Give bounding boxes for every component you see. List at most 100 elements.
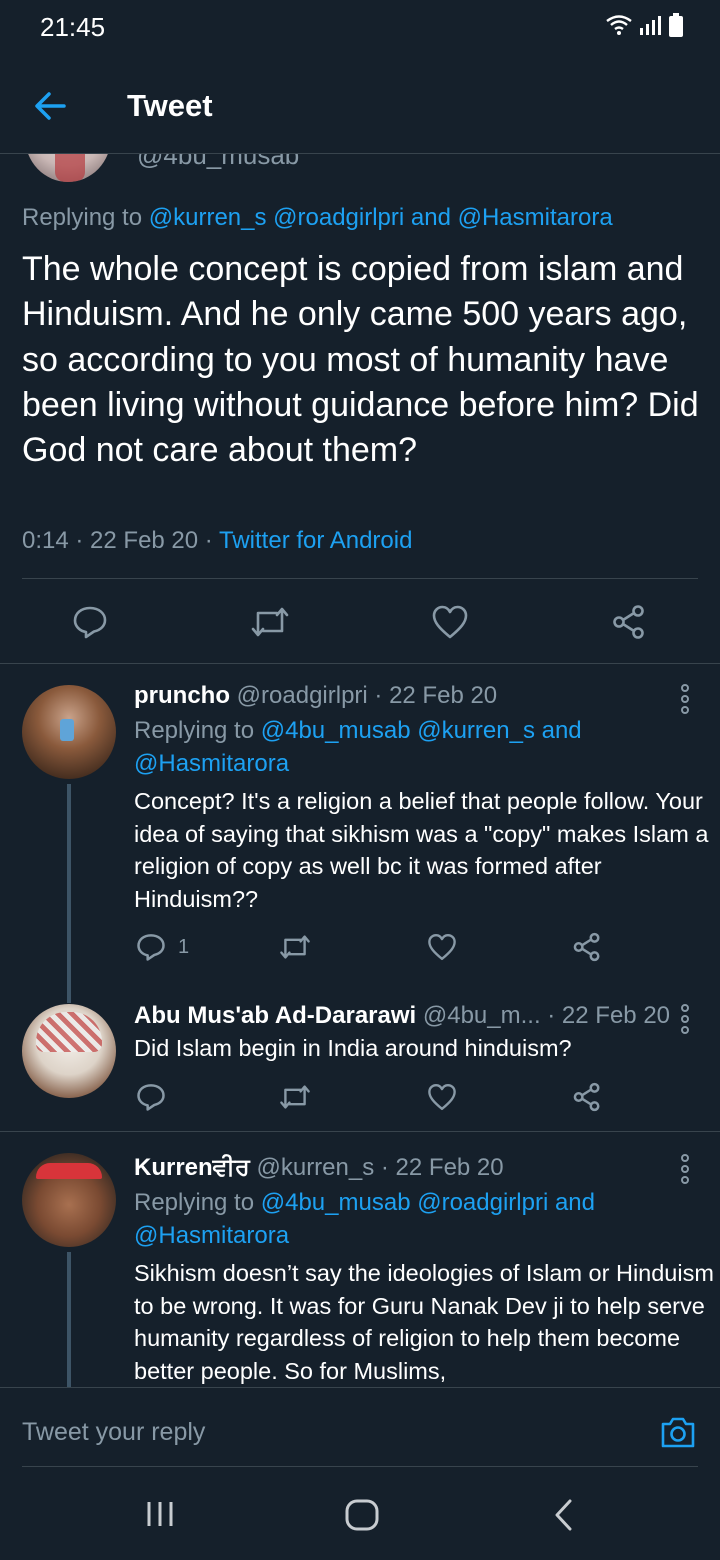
wifi-icon — [606, 15, 632, 35]
camera-button[interactable] — [660, 1414, 696, 1450]
status-bar: 21:45 — [0, 0, 720, 56]
share-button[interactable] — [572, 932, 602, 962]
author-handle-date: @kurren_s · 22 Feb 20 — [249, 1154, 504, 1181]
reply-header: Abu Mus'ab Ad-Dararawi @4bu_m... · 22 Fe… — [134, 1002, 670, 1030]
reply-header: Kurrenਵੀਰ @kurren_s · 22 Feb 20 — [134, 1154, 504, 1182]
share-button[interactable] — [572, 1082, 602, 1112]
thread-line — [67, 1252, 71, 1387]
camera-icon — [661, 1417, 695, 1448]
header: Tweet — [0, 56, 720, 154]
more-button[interactable] — [678, 684, 692, 714]
replying-prefix: Replying to — [22, 204, 149, 231]
like-icon — [432, 605, 468, 639]
page-title: Tweet — [127, 88, 213, 123]
replying-prefix: Replying to — [134, 1189, 261, 1216]
reply-icon — [73, 606, 107, 639]
home-button[interactable] — [344, 1498, 380, 1537]
tweet-text: Did Islam begin in India around hinduism… — [134, 1035, 572, 1061]
more-icon-dot — [681, 1165, 689, 1173]
replying-to: Replying to @4bu_musab @kurren_s and @Ha… — [134, 714, 654, 780]
author-name[interactable]: Kurrenਵੀਰ — [134, 1154, 250, 1181]
like-icon — [428, 933, 456, 961]
back-button[interactable] — [30, 86, 70, 126]
share-button[interactable] — [611, 604, 647, 640]
reply-icon — [137, 1084, 165, 1111]
divider — [22, 1466, 698, 1467]
tweet-text: Concept? It's a religion a belief that p… — [134, 788, 709, 912]
tweet-text: Sikhism doesn’t say the ideologies of Is… — [134, 1260, 714, 1384]
like-icon — [428, 1083, 456, 1111]
like-button[interactable] — [427, 932, 457, 962]
reply-composer: Tweet your reply — [0, 1387, 720, 1467]
replying-to: Replying to @kurren_s @roadgirlpri and @… — [22, 204, 613, 232]
reply-button[interactable]: 1 — [136, 932, 189, 962]
retweet-button[interactable] — [279, 1082, 311, 1112]
thread-line — [67, 784, 71, 980]
more-icon-dot — [681, 1015, 689, 1023]
author-handle[interactable]: @4bu_musab — [137, 154, 299, 171]
more-icon-dot — [681, 695, 689, 703]
author-handle-date: @4bu_m... · 22 Feb 20 — [416, 1002, 671, 1029]
replying-prefix: Replying to — [134, 717, 261, 744]
system-nav-bar — [0, 1468, 720, 1560]
divider — [22, 578, 698, 579]
battery-icon — [669, 13, 683, 37]
like-button[interactable] — [427, 1082, 457, 1112]
more-icon — [681, 1004, 689, 1012]
retweet-icon — [251, 607, 289, 637]
signal-icon — [640, 16, 661, 35]
avatar[interactable] — [22, 685, 116, 779]
recents-button[interactable] — [144, 1498, 176, 1535]
reply-count: 1 — [178, 935, 190, 958]
avatar-detail — [60, 719, 74, 741]
share-icon — [573, 1082, 600, 1112]
system-back-button[interactable] — [552, 1498, 576, 1537]
tweet-text: The whole concept is copied from islam a… — [22, 250, 699, 470]
reply-tweet[interactable]: pruncho @roadgirlpri · 22 Feb 20 Replyin… — [0, 664, 720, 980]
reply-tweet[interactable]: Abu Mus'ab Ad-Dararawi @4bu_m... · 22 Fe… — [0, 979, 720, 1131]
main-tweet: @4bu_musab Replying to @kurren_s @roadgi… — [0, 154, 720, 664]
author-name[interactable]: pruncho — [134, 682, 230, 709]
home-icon — [345, 1499, 379, 1531]
author-name[interactable]: Abu Mus'ab Ad-Dararawi — [134, 1002, 416, 1029]
avatar[interactable] — [25, 154, 111, 182]
retweet-icon — [280, 1085, 310, 1109]
replying-mentions[interactable]: @kurren_s @roadgirlpri and @Hasmitarora — [149, 204, 613, 231]
tweet-actions — [134, 1082, 694, 1122]
author-handle-date: @roadgirlpri · 22 Feb 20 — [230, 682, 498, 709]
share-icon — [613, 605, 644, 639]
back-arrow-icon — [35, 92, 66, 120]
more-button[interactable] — [678, 1154, 692, 1184]
recents-icon — [147, 1502, 173, 1526]
more-icon — [681, 684, 689, 692]
replying-to: Replying to @4bu_musab @roadgirlpri and … — [134, 1186, 654, 1252]
tweet-timestamp: 0:14 · 22 Feb 20 · — [22, 527, 220, 554]
reply-icon — [137, 934, 165, 961]
retweet-button[interactable] — [250, 604, 290, 640]
tweet-source[interactable]: Twitter for Android — [219, 527, 412, 554]
avatar-detail — [36, 1012, 102, 1052]
thread-line — [67, 979, 71, 1003]
reply-input[interactable]: Tweet your reply — [22, 1418, 205, 1447]
more-icon-dot — [681, 1176, 689, 1184]
tweet-actions — [0, 594, 720, 650]
avatar-detail — [36, 1163, 102, 1179]
tweet-meta: 0:14 · 22 Feb 20 · Twitter for Android — [22, 527, 412, 555]
back-icon — [555, 1499, 572, 1531]
reply-button[interactable] — [136, 1082, 166, 1112]
reply-header: pruncho @roadgirlpri · 22 Feb 20 — [134, 682, 497, 710]
tweet-actions: 1 — [134, 932, 694, 972]
more-icon — [681, 1154, 689, 1162]
status-time: 21:45 — [40, 12, 106, 42]
more-icon-dot — [681, 706, 689, 714]
avatar[interactable] — [22, 1004, 116, 1098]
status-icons — [606, 12, 684, 38]
reply-tweet[interactable]: Kurrenਵੀਰ @kurren_s · 22 Feb 20 Replying… — [0, 1132, 720, 1387]
share-icon — [573, 932, 600, 962]
like-button[interactable] — [431, 604, 469, 640]
avatar[interactable] — [22, 1153, 116, 1247]
retweet-icon — [280, 935, 310, 959]
retweet-button[interactable] — [279, 932, 311, 962]
reply-button[interactable] — [72, 604, 108, 640]
more-button[interactable] — [678, 1004, 692, 1034]
